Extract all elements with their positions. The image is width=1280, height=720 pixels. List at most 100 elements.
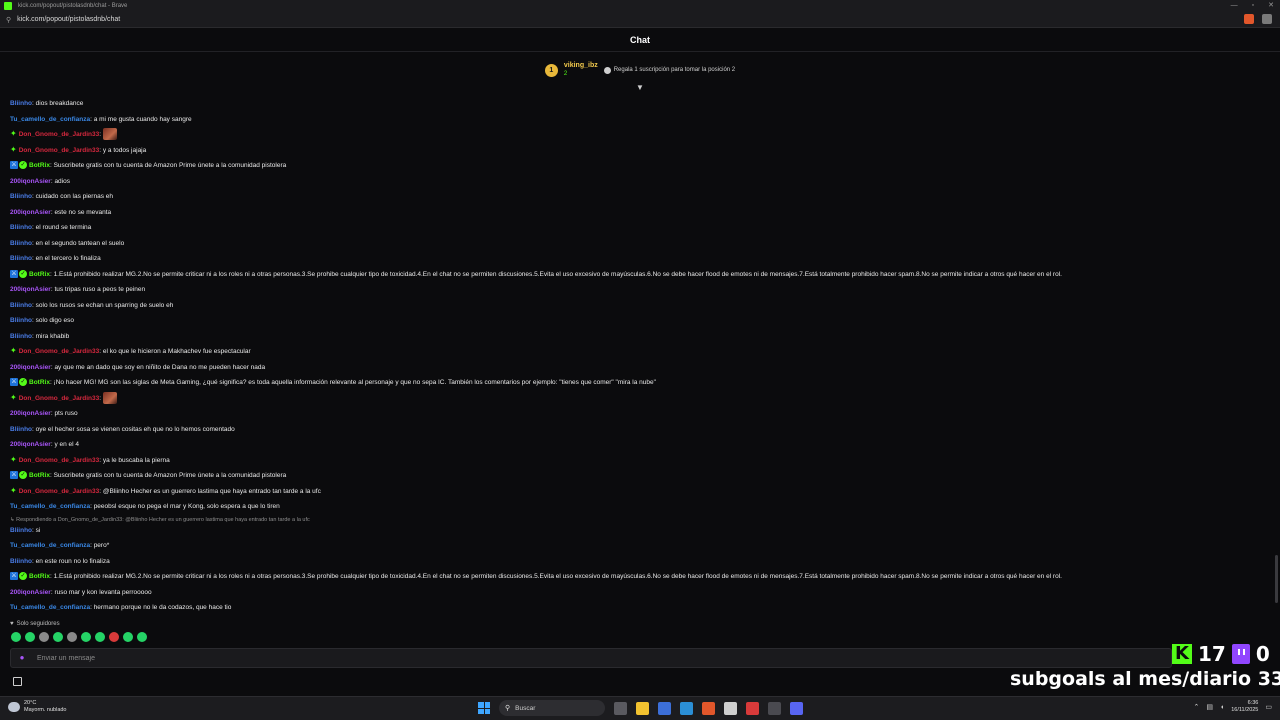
brave-browser-icon[interactable] [702, 701, 715, 715]
chat-message: Bliinho: en este roun no lo finaliza [10, 554, 110, 568]
emote-button[interactable] [109, 632, 119, 642]
chat-message: ✦ Don_Gnomo_de_Jardin33: @Bliinho Hecher … [10, 484, 321, 498]
chat-message-text: : y en el 4 [50, 440, 80, 448]
message-input-box: ● [10, 648, 1172, 668]
brave-shields-icon[interactable] [1244, 14, 1254, 24]
chat-username[interactable]: Bliinho [10, 333, 32, 340]
chat-message: Bliinho: si [10, 523, 40, 537]
emote-button[interactable] [11, 632, 21, 642]
heart-icon: ♥ [10, 621, 14, 627]
rank-badge: 1 [544, 63, 558, 77]
chat-message-text: : oye el hecher sosa se vienen cositas e… [32, 425, 235, 433]
store-app-icon[interactable] [658, 701, 671, 715]
chat-title: Chat [630, 34, 650, 45]
app-icon[interactable] [746, 701, 759, 715]
chat-username[interactable]: BotRix [29, 573, 50, 580]
chevron-up-icon[interactable]: ⌃ [1194, 703, 1200, 711]
weather-widget[interactable]: 20°C Mayorm. nublado [8, 700, 67, 714]
chat-username[interactable]: Don_Gnomo_de_Jardin33 [19, 457, 100, 464]
chat-username[interactable]: BotRix [29, 162, 50, 169]
search-icon: ⚲ [505, 705, 511, 712]
emote-button[interactable] [81, 632, 91, 642]
top-gifter[interactable]: viking_ibz 2 [564, 61, 598, 79]
emote-button[interactable] [123, 632, 133, 642]
chat-username[interactable]: Don_Gnomo_de_Jardin33 [19, 147, 100, 154]
chat-message: Tu_camello_de_confianza: hermano porque … [10, 600, 231, 614]
user-badges: ⚔ ✓ [10, 471, 27, 479]
scrollbar[interactable] [1275, 555, 1278, 603]
app-icon[interactable] [768, 701, 781, 715]
message-input[interactable] [37, 654, 637, 662]
clock[interactable]: 6:36 16/11/2025 [1231, 700, 1258, 714]
site-info-icon[interactable]: ⚲ [6, 16, 11, 24]
chat-username[interactable]: Bliinho [10, 527, 32, 534]
chat-message-text: : 1.Está prohibido realizar MG.2.No se p… [49, 270, 1062, 278]
chat-username[interactable]: Tu_camello_de_confianza [10, 604, 90, 611]
emote-button[interactable] [39, 632, 49, 642]
chat-username[interactable]: Bliinho [10, 100, 32, 107]
chat-username[interactable]: Bliinho [10, 224, 32, 231]
chat-username[interactable]: Tu_camello_de_confianza [10, 542, 90, 549]
chat-username[interactable]: Tu_camello_de_confianza [10, 503, 90, 510]
chat-username[interactable]: 200iqonAsier [10, 209, 51, 216]
chat-username[interactable]: Bliinho [10, 558, 32, 565]
user-badges: ⚔ ✓ [10, 572, 27, 580]
emote-button[interactable] [137, 632, 147, 642]
emote-picker-icon[interactable]: ● [17, 653, 27, 663]
chat-username[interactable]: Don_Gnomo_de_Jardin33 [19, 395, 100, 402]
maximize-icon[interactable]: ▫ [1252, 0, 1254, 12]
chat-username[interactable]: Bliinho [10, 255, 32, 262]
close-icon[interactable]: ✕ [1268, 0, 1274, 12]
chat-message: 200iqonAsier: ay que me an dado que soy … [10, 360, 265, 374]
chat-message: ⚔ ✓ BotRix: ¡No hacer MG! MG son las sigla… [10, 375, 656, 389]
chat-username[interactable]: BotRix [29, 379, 50, 386]
chat-username[interactable]: Don_Gnomo_de_Jardin33 [19, 131, 100, 138]
chat-username[interactable]: 200iqonAsier [10, 410, 51, 417]
chat-username[interactable]: Bliinho [10, 302, 32, 309]
chat-username[interactable]: BotRix [29, 271, 50, 278]
chat-username[interactable]: 200iqonAsier [10, 589, 51, 596]
windows-start-icon[interactable] [478, 702, 490, 714]
chat-username[interactable]: Bliinho [10, 193, 32, 200]
network-icon[interactable]: ▤ [1206, 703, 1213, 711]
taskbar-search[interactable]: ⚲ Buscar [499, 700, 605, 716]
chat-username[interactable]: Bliinho [10, 240, 32, 247]
chat-username[interactable]: 200iqonAsier [10, 364, 51, 371]
emote-button[interactable] [53, 632, 63, 642]
chat-username[interactable]: 200iqonAsier [10, 178, 51, 185]
chat-message: Bliinho: en el tercero lo finaliza [10, 251, 101, 265]
gift-sub-button[interactable]: Regala 1 suscripción para tomar la posic… [603, 66, 735, 74]
emote-button[interactable] [25, 632, 35, 642]
chat-username[interactable]: 200iqonAsier [10, 441, 51, 448]
chat-username[interactable]: BotRix [29, 472, 50, 479]
task-view-icon[interactable] [614, 701, 627, 715]
chat-username[interactable]: Tu_camello_de_confianza [10, 116, 90, 123]
discord-icon[interactable] [790, 701, 803, 715]
subgoals-overlay: subgoals al mes/diario 33/3 [1010, 668, 1280, 690]
chat-username[interactable]: Don_Gnomo_de_Jardin33 [19, 348, 100, 355]
window-title: kick.com/popout/pistolasdnb/chat - Brave [18, 3, 128, 9]
volume-icon[interactable]: ◖ [1220, 704, 1224, 711]
emote-button[interactable] [67, 632, 77, 642]
chat-message: ✦ Don_Gnomo_de_Jardin33: ya le buscaba la… [10, 453, 170, 467]
chat-username[interactable]: Bliinho [10, 317, 32, 324]
user-badges: ✦ [10, 456, 17, 464]
chat-message-text: : solo digo eso [32, 316, 74, 324]
obs-icon[interactable] [724, 701, 737, 715]
subscriber-star-icon: ✦ [10, 129, 17, 138]
emote-button[interactable] [95, 632, 105, 642]
menu-icon[interactable] [1262, 14, 1272, 24]
notifications-icon[interactable]: ▭ [1265, 703, 1272, 711]
store-icon[interactable] [13, 677, 22, 686]
chat-message: 200iqonAsier: adios [10, 174, 70, 188]
minimize-icon[interactable]: — [1231, 0, 1238, 12]
file-explorer-icon[interactable] [636, 701, 649, 715]
chat-username[interactable]: Don_Gnomo_de_Jardin33 [19, 488, 100, 495]
url-field[interactable]: kick.com/popout/pistolasdnb/chat [17, 16, 120, 23]
chat-message-text: : ay que me an dado que soy en niñito de… [50, 363, 266, 371]
chat-username[interactable]: 200iqonAsier [10, 286, 51, 293]
chat-username[interactable]: Bliinho [10, 426, 32, 433]
app-icon[interactable] [680, 701, 693, 715]
chat-message-text: : Suscribete gratis con tu cuenta de Ama… [49, 471, 287, 479]
collapse-chevron-icon[interactable]: ▼ [635, 84, 645, 92]
